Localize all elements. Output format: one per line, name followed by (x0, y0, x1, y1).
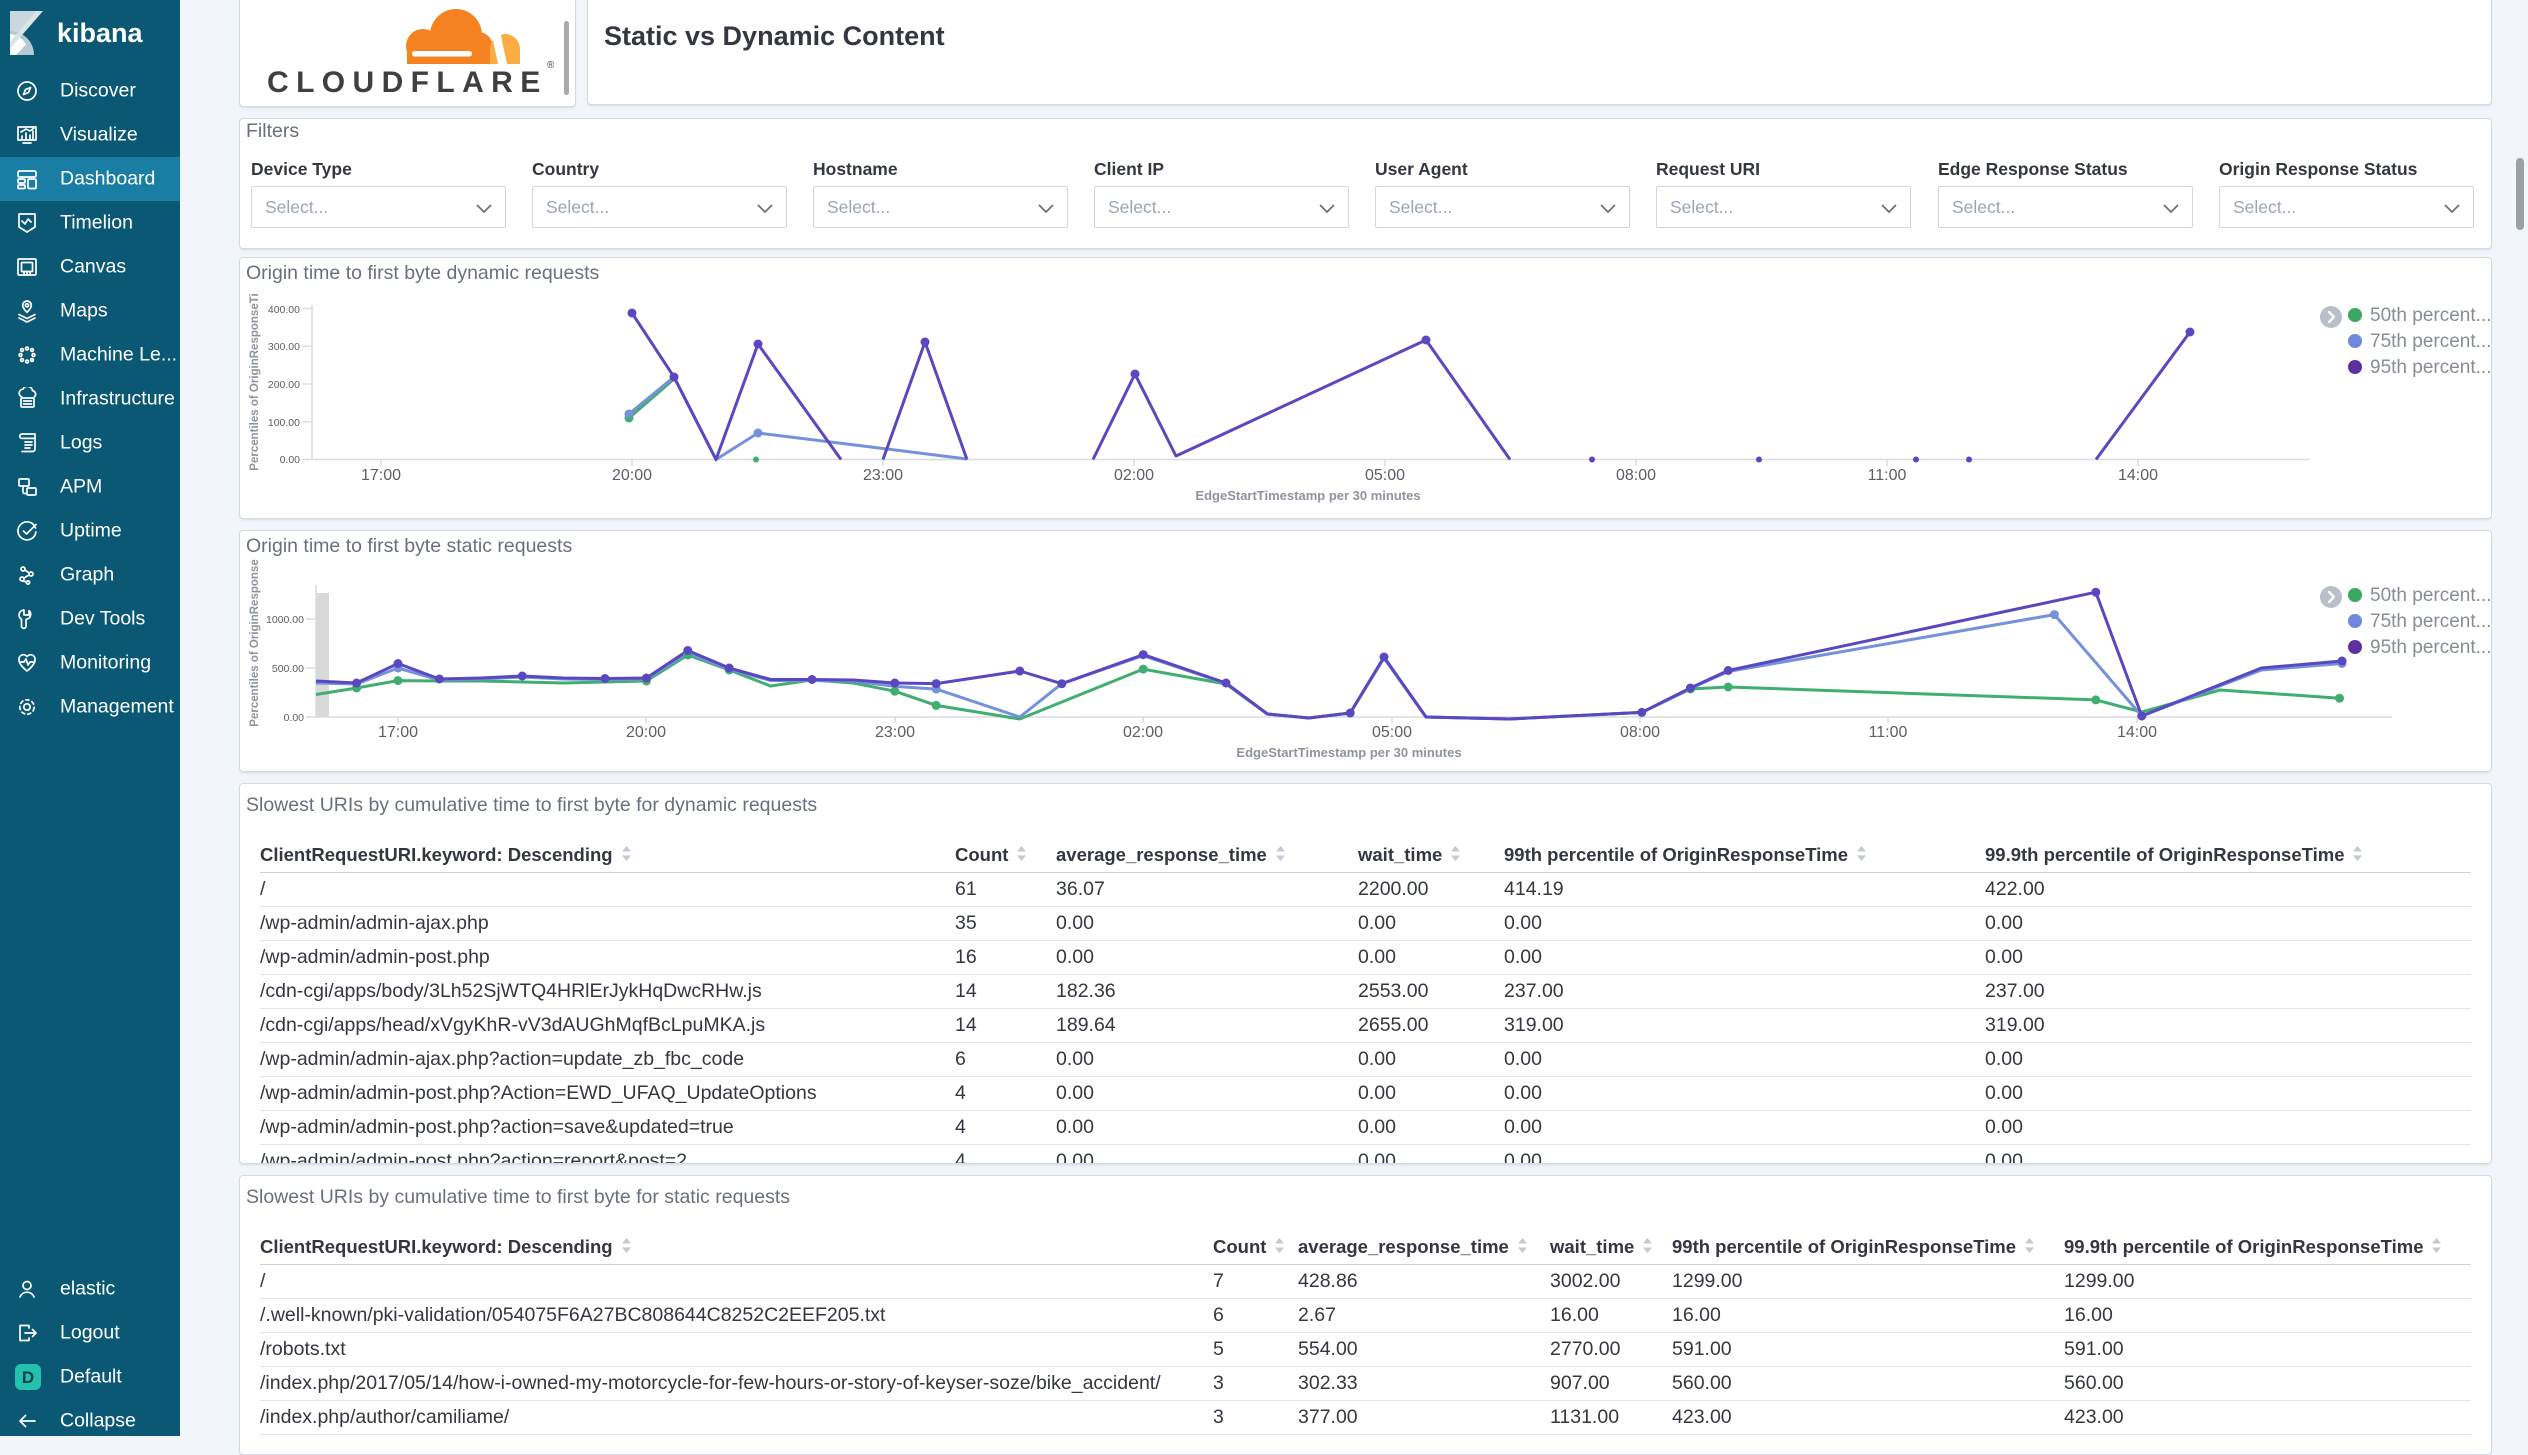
svg-text:500.00: 500.00 (272, 663, 304, 675)
svg-text:100.00: 100.00 (268, 417, 300, 429)
svg-text:EdgeStartTimestamp per 30 minu: EdgeStartTimestamp per 30 minutes (1195, 488, 1420, 503)
svg-text:11:00: 11:00 (1869, 724, 1908, 741)
svg-text:17:00: 17:00 (378, 724, 418, 741)
svg-text:0.00: 0.00 (280, 454, 301, 466)
svg-text:14:00: 14:00 (2118, 467, 2158, 484)
svg-text:Percentiles of OriginResponseT: Percentiles of OriginResponseTi (249, 293, 261, 470)
svg-text:400.00: 400.00 (268, 304, 300, 316)
svg-text:23:00: 23:00 (863, 467, 903, 484)
svg-text:CLOUDFLARE: CLOUDFLARE (267, 66, 548, 98)
svg-text:05:00: 05:00 (1372, 724, 1412, 741)
svg-text:11:00: 11:00 (1868, 467, 1907, 484)
svg-text:EdgeStartTimestamp per 30 minu: EdgeStartTimestamp per 30 minutes (1236, 745, 1461, 760)
svg-text:D: D (22, 1368, 34, 1387)
svg-text:20:00: 20:00 (626, 724, 666, 741)
svg-text:®: ® (547, 60, 554, 71)
svg-text:02:00: 02:00 (1123, 724, 1163, 741)
svg-text:08:00: 08:00 (1616, 467, 1656, 484)
svg-text:1000.00: 1000.00 (266, 614, 304, 626)
svg-text:300.00: 300.00 (268, 341, 300, 353)
svg-text:20:00: 20:00 (612, 467, 652, 484)
svg-text:0.00: 0.00 (284, 712, 305, 724)
svg-text:Percentiles of OriginResponse: Percentiles of OriginResponse (249, 559, 261, 726)
svg-text:200.00: 200.00 (268, 379, 300, 391)
svg-text:14:00: 14:00 (2117, 724, 2157, 741)
svg-text:08:00: 08:00 (1620, 724, 1660, 741)
svg-text:02:00: 02:00 (1114, 467, 1154, 484)
svg-text:17:00: 17:00 (361, 467, 401, 484)
svg-text:23:00: 23:00 (875, 724, 915, 741)
svg-text:05:00: 05:00 (1365, 467, 1405, 484)
